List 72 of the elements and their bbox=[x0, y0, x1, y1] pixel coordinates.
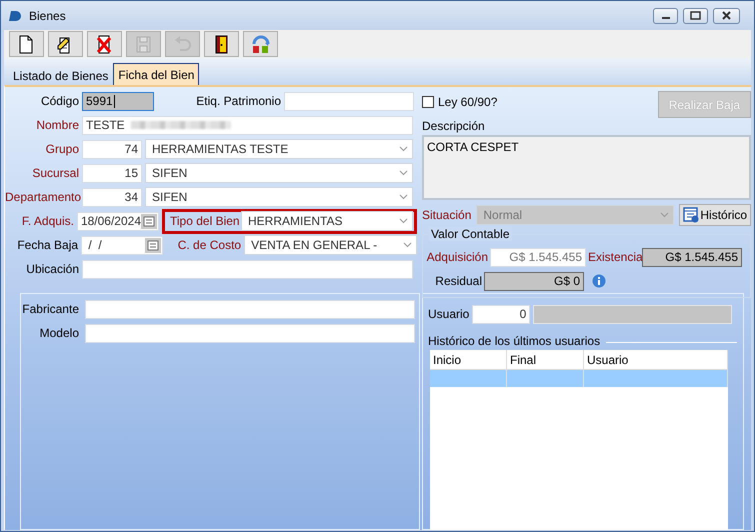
historico-button[interactable]: Histórico bbox=[679, 204, 752, 226]
field-label: C. de Costo bbox=[176, 238, 242, 252]
field-label: Residual bbox=[434, 274, 482, 288]
toolbar-button[interactable] bbox=[48, 31, 83, 57]
maximize-icon bbox=[690, 11, 701, 20]
dropdown[interactable]: VENTA EN GENERAL - bbox=[244, 235, 417, 255]
chevron-icon bbox=[660, 212, 670, 218]
chevron-icon bbox=[399, 170, 408, 176]
dropdown[interactable]: SIFEN bbox=[145, 163, 413, 183]
toolbar-button[interactable] bbox=[87, 31, 122, 57]
group-title: Valor Contable bbox=[429, 227, 512, 241]
chevron-icon bbox=[399, 194, 408, 200]
field-label: Modelo bbox=[38, 326, 79, 340]
calendar-list-icon bbox=[683, 206, 700, 222]
chevron-icon bbox=[399, 218, 408, 224]
field-label: Adquisición bbox=[426, 250, 488, 264]
text-cursor bbox=[114, 94, 115, 108]
field-label: Tipo del Bien bbox=[170, 214, 238, 228]
dropdown[interactable]: HERRAMIENTAS bbox=[241, 211, 413, 231]
minimize-button[interactable] bbox=[653, 8, 678, 24]
curved-arrow-icon bbox=[251, 34, 270, 54]
chevron-icon bbox=[399, 146, 408, 152]
maximize-button[interactable] bbox=[683, 8, 708, 24]
app-logo-icon bbox=[9, 10, 21, 22]
text-field[interactable] bbox=[85, 324, 415, 342]
calendar-icon bbox=[141, 214, 157, 228]
text-field[interactable] bbox=[284, 92, 414, 110]
field-label: Ubicación bbox=[25, 262, 79, 276]
text-field[interactable]: 74 bbox=[82, 140, 142, 158]
section-title: Histórico de los últimos usuarios bbox=[428, 334, 600, 348]
field-label: Situación bbox=[422, 208, 472, 222]
field-label: Usuario bbox=[428, 307, 470, 321]
window-title: Bienes bbox=[29, 8, 66, 22]
calendar-icon bbox=[145, 238, 162, 252]
dropdown[interactable]: HERRAMIENTAS TESTE bbox=[145, 139, 413, 159]
description-field[interactable]: CORTA CESPET bbox=[422, 135, 752, 200]
date-field[interactable]: / / bbox=[81, 236, 164, 254]
checkbox[interactable]: Ley 60/90? bbox=[422, 95, 498, 109]
field-label: Existencia bbox=[588, 250, 640, 264]
info-icon bbox=[592, 274, 606, 288]
text-field[interactable]: 15 bbox=[82, 164, 142, 182]
dropdown[interactable]: SIFEN bbox=[145, 187, 413, 207]
field-label: Departamento bbox=[5, 190, 79, 204]
field-label: F. Adquis. bbox=[20, 214, 74, 228]
floppy-icon bbox=[134, 34, 153, 54]
text-field[interactable]: G$ 1.545.455 bbox=[642, 248, 742, 266]
text-field[interactable]: TESTE bbox=[82, 116, 413, 134]
document-delete-icon bbox=[95, 34, 114, 54]
close-button[interactable] bbox=[713, 8, 740, 24]
toolbar-button[interactable] bbox=[9, 31, 44, 57]
field-label: Grupo bbox=[44, 142, 79, 156]
text-field[interactable]: 34 bbox=[82, 188, 142, 206]
field-label: Fabricante bbox=[21, 302, 79, 316]
tab[interactable]: Ficha del Bien bbox=[113, 63, 200, 85]
tab[interactable]: Listado de Bienes bbox=[8, 66, 114, 85]
close-icon bbox=[721, 11, 732, 20]
field-label: Fecha Baja bbox=[16, 238, 78, 252]
date-field[interactable]: 18/06/2024 bbox=[76, 212, 159, 230]
field-label: Descripción bbox=[422, 119, 486, 133]
field-label: Código bbox=[40, 94, 79, 108]
text-field[interactable] bbox=[82, 260, 413, 278]
text-field[interactable] bbox=[533, 304, 732, 324]
text-field[interactable]: 0 bbox=[472, 304, 530, 324]
field-label: Nombre bbox=[35, 118, 79, 132]
toolbar-button[interactable] bbox=[204, 31, 239, 57]
text-field[interactable]: G$ 1.545.455 bbox=[490, 248, 586, 266]
chevron-icon bbox=[403, 242, 412, 248]
field-label: Sucursal bbox=[31, 166, 79, 180]
text-field[interactable]: 5991 bbox=[82, 92, 154, 110]
field-label: Etiq. Patrimonio bbox=[195, 94, 281, 108]
text-field[interactable]: G$ 0 bbox=[484, 272, 584, 290]
text-field[interactable] bbox=[85, 300, 415, 318]
